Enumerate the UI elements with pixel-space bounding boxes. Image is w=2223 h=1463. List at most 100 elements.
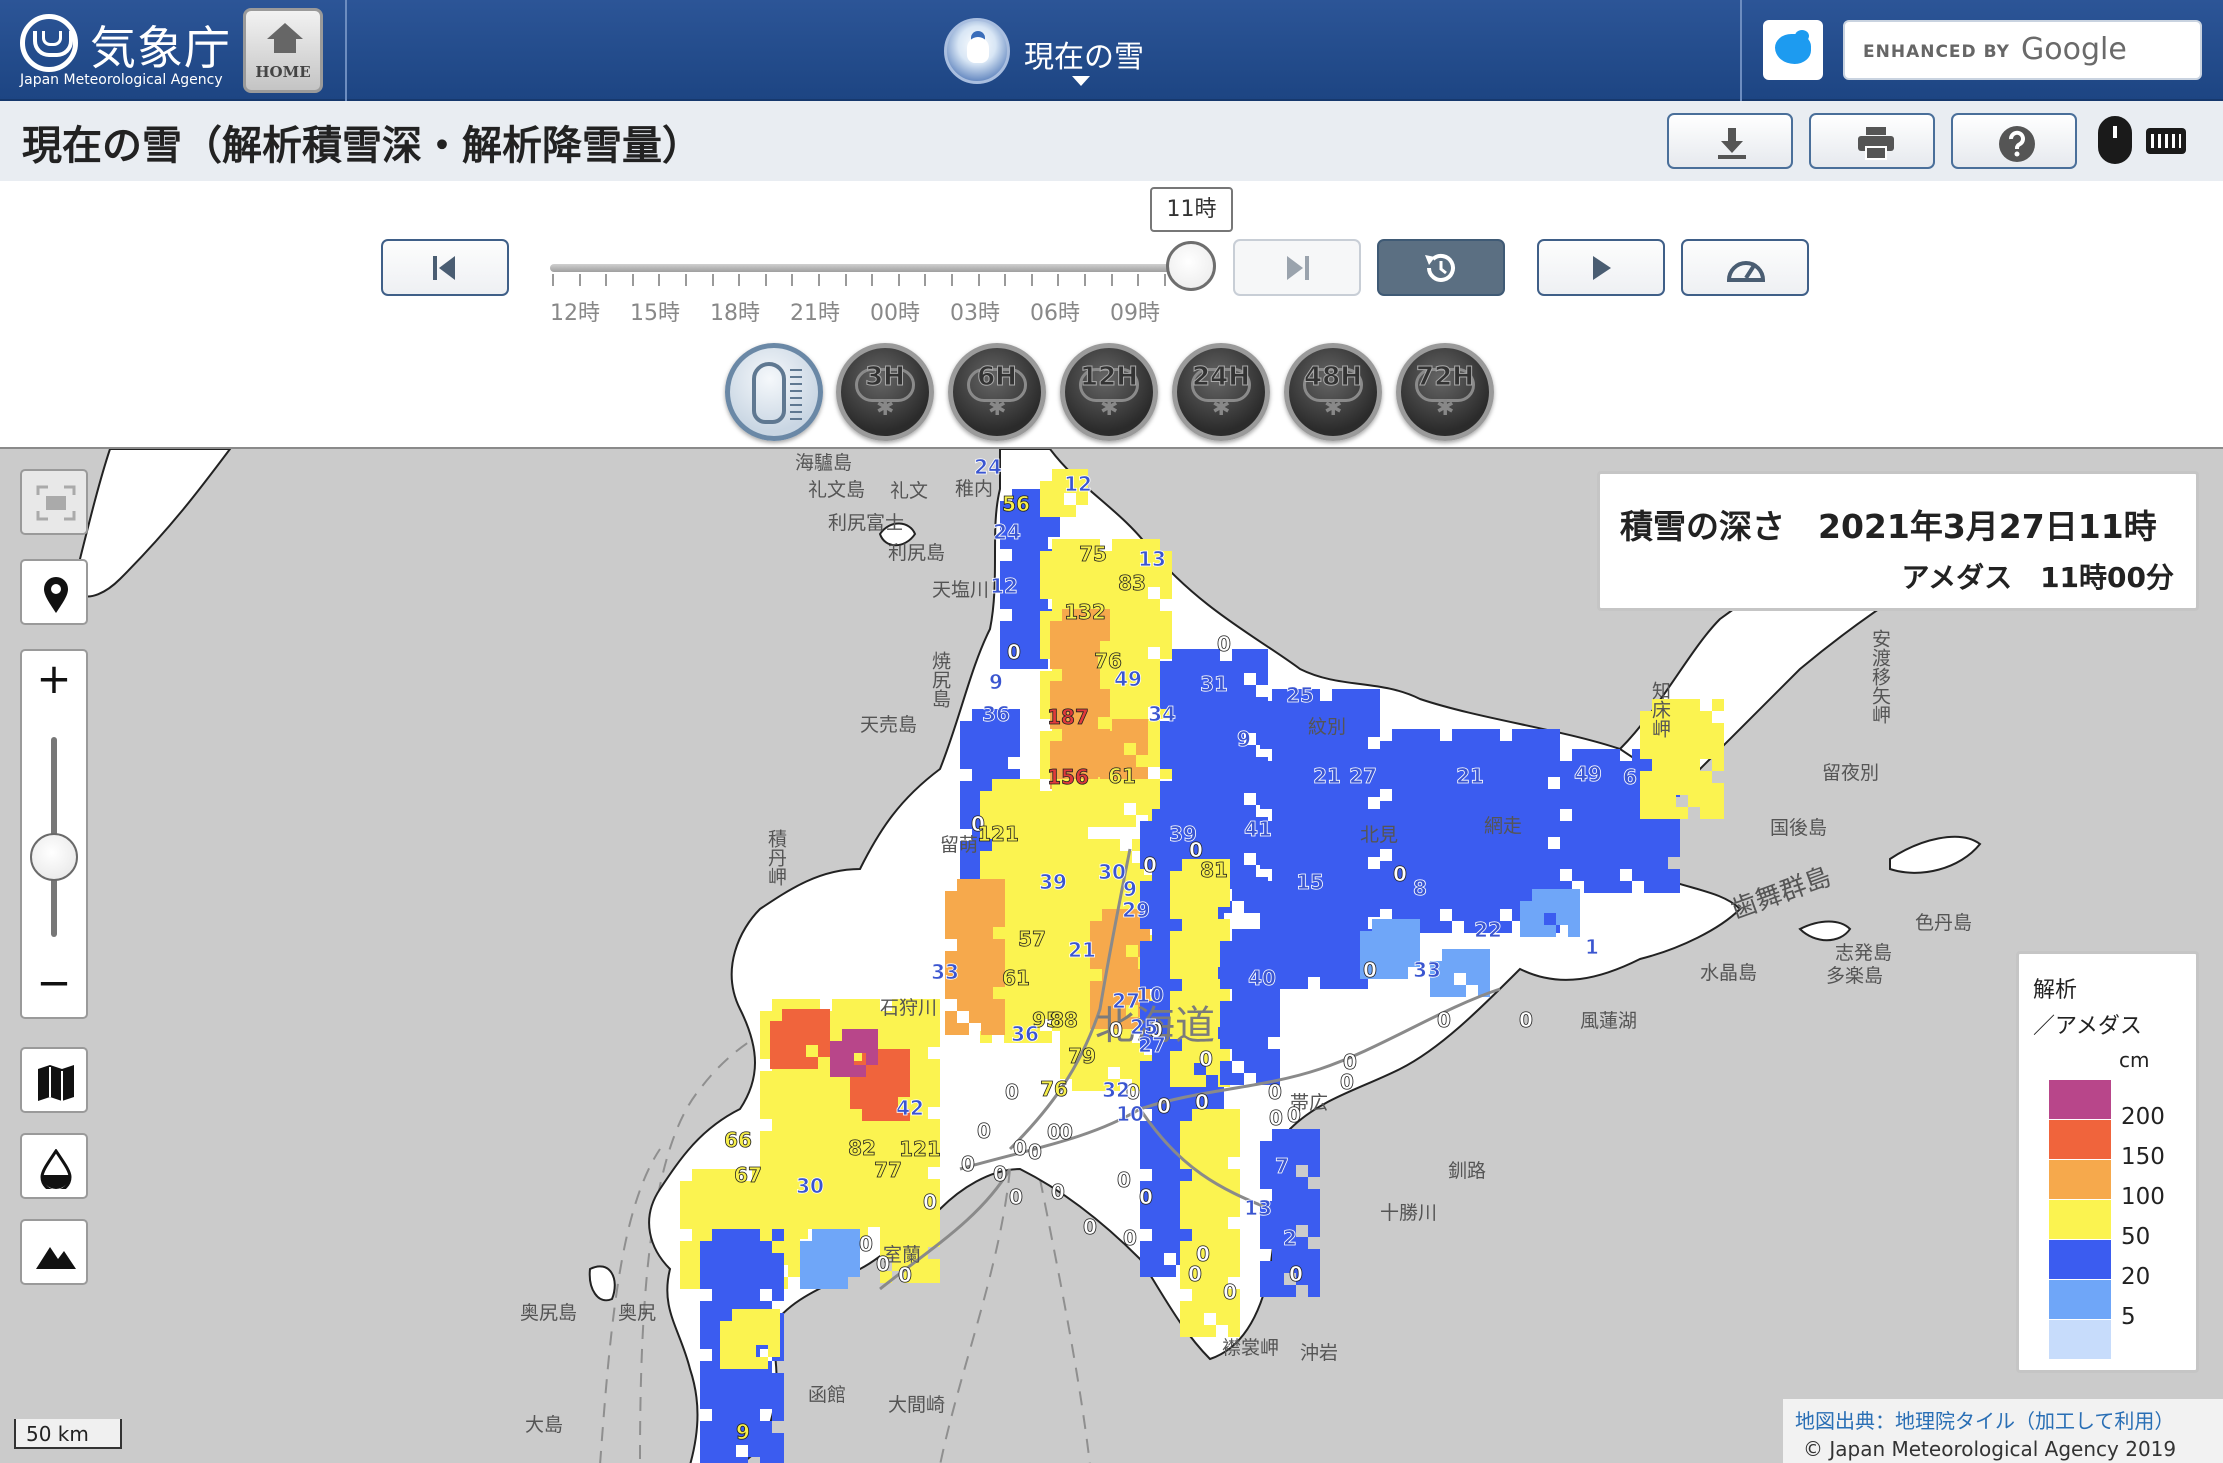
station-value-label: 0: [1059, 1120, 1073, 1144]
snowfall-72h-button[interactable]: 72H ✱: [1396, 343, 1494, 441]
station-value-label: 30: [796, 1174, 824, 1198]
station-value-label: 24: [993, 520, 1021, 544]
station-value-label: 0: [1268, 1080, 1282, 1104]
place-name-label: 紋別: [1308, 716, 1346, 738]
slider-tick: [711, 274, 714, 286]
snow-depth-map[interactable]: 海驢島 礼文島 礼文 稚内 利尻富士 利尻島 天塩川 焼尻島 天売島 紋別 網走 留萌 留夜別 国後島 色丹…: [0, 447, 2223, 1463]
place-name-label: 沖岩: [1300, 1342, 1338, 1364]
help-button[interactable]: [1951, 113, 2077, 169]
slider-tick: [1030, 274, 1033, 286]
station-value-label: 0: [1157, 1094, 1171, 1118]
station-value-label: 0: [1340, 1070, 1354, 1094]
station-value-label: 0: [1289, 1262, 1303, 1286]
download-button[interactable]: [1667, 113, 1793, 169]
station-value-label: 0: [923, 1190, 937, 1214]
search-google-label: Google: [2021, 32, 2127, 67]
station-value-label: 0: [1143, 853, 1157, 877]
time-slider-thumb[interactable]: [1166, 241, 1216, 291]
station-value-label: 0: [1028, 1140, 1042, 1164]
site-search-input[interactable]: ENHANCED BY Google: [1843, 20, 2202, 80]
play-button[interactable]: [1537, 239, 1665, 296]
station-value-label: 0: [859, 1232, 873, 1256]
station-value-label: 24: [974, 455, 1002, 479]
legend-label: 50: [2121, 1224, 2151, 1250]
station-value-label: 12: [990, 574, 1018, 598]
time-slider-track[interactable]: [550, 264, 1190, 272]
station-value-label: 0: [1109, 1018, 1123, 1042]
slider-tick: [738, 274, 741, 286]
first-frame-button[interactable]: [381, 239, 509, 296]
fullscreen-button[interactable]: [20, 469, 88, 535]
legend-label: 5: [2121, 1304, 2136, 1330]
content-menu-button[interactable]: 現在の雪: [940, 16, 1200, 96]
home-label: HOME: [255, 63, 311, 81]
map-info-title: 積雪の深さ 2021年3月27日11時: [1620, 507, 2157, 546]
station-value-label: 0: [1005, 1080, 1019, 1104]
snowflake-icon: ✱: [1100, 396, 1119, 421]
home-icon: [267, 23, 303, 57]
snowfall-6h-button[interactable]: 6H ✱: [948, 343, 1046, 441]
station-value-label: 0: [1223, 1280, 1237, 1304]
slider-tick: [844, 274, 847, 286]
station-value-label: 21: [1068, 938, 1096, 962]
zoom-in-button[interactable]: +: [22, 651, 86, 711]
home-button[interactable]: HOME: [243, 8, 323, 93]
play-icon: [1593, 256, 1611, 280]
mouse-icon[interactable]: [2098, 116, 2132, 164]
snowfall-3h-button[interactable]: 3H ✱: [836, 343, 934, 441]
snowflake-icon: ✱: [876, 396, 895, 421]
logo-english-text: Japan Meteorological Agency: [20, 72, 223, 88]
map-layer-button[interactable]: [20, 1047, 88, 1113]
time-slider[interactable]: 12時 15時 18時 21時 00時 03時 06時 09時: [548, 258, 1190, 332]
print-button[interactable]: [1809, 113, 1935, 169]
station-value-label: 0: [961, 1152, 975, 1176]
station-value-label: 13: [1138, 547, 1166, 571]
snowfall-24h-label: 24H: [1192, 362, 1251, 393]
terrain-overlay-button[interactable]: [20, 1219, 88, 1285]
place-name-label: 釧路: [1448, 1160, 1486, 1182]
jma-logo[interactable]: 気象庁 Japan Meteorological Agency: [14, 8, 234, 94]
slider-tick: [1004, 274, 1007, 286]
time-slider-ticks: [552, 274, 1172, 288]
snowflake-icon: ✱: [988, 396, 1007, 421]
station-value-label: 39: [1039, 870, 1067, 894]
snowfall-3h-label: 3H: [865, 362, 906, 393]
twitter-button[interactable]: [1763, 20, 1823, 80]
station-value-label: 132: [1064, 600, 1106, 624]
refresh-clock-icon: [1425, 253, 1455, 282]
station-value-label: 0: [1123, 1226, 1137, 1250]
station-value-label: 0: [1195, 1090, 1209, 1114]
location-pin-icon: [44, 577, 68, 613]
zoom-out-button[interactable]: −: [22, 955, 86, 1015]
station-value-label: 1: [1585, 935, 1599, 959]
slider-tick: [658, 274, 661, 286]
station-value-label: 77: [874, 1158, 902, 1182]
station-value-label: 187: [1047, 705, 1089, 729]
snowfall-48h-button[interactable]: 48H ✱: [1284, 343, 1382, 441]
latest-button[interactable]: [1377, 239, 1505, 296]
attribution-link[interactable]: 地図出典：地理院タイル（加工して利用）: [1795, 1405, 2174, 1434]
twitter-icon: [1775, 30, 1811, 64]
color-legend: 解析 ／アメダス cm 200 150 100 50 20 5: [2016, 951, 2199, 1373]
snowfall-12h-button[interactable]: 12H ✱: [1060, 343, 1158, 441]
speed-button[interactable]: [1681, 239, 1809, 296]
place-name-label: 奥尻: [618, 1302, 656, 1324]
tick-label: 09時: [1110, 301, 1160, 326]
station-value-label: 0: [1007, 640, 1021, 664]
keyboard-icon[interactable]: [2146, 128, 2186, 154]
snowfall-24h-button[interactable]: 24H ✱: [1172, 343, 1270, 441]
zoom-slider-thumb[interactable]: [30, 833, 78, 881]
station-value-label: 0: [1393, 862, 1407, 886]
my-location-button[interactable]: [20, 559, 88, 625]
station-value-label: 76: [1040, 1077, 1068, 1101]
precipitation-overlay-button[interactable]: [20, 1133, 88, 1199]
station-value-label: 40: [1248, 966, 1276, 990]
slider-tick: [685, 274, 687, 286]
snow-depth-button[interactable]: [725, 343, 823, 441]
last-frame-button[interactable]: [1233, 239, 1361, 296]
tick-label: 12時: [550, 301, 600, 326]
place-name-label: 網走: [1484, 815, 1522, 837]
slider-tick: [791, 274, 794, 286]
legend-label: 150: [2121, 1144, 2165, 1170]
place-name-label: 天売島: [860, 714, 917, 736]
